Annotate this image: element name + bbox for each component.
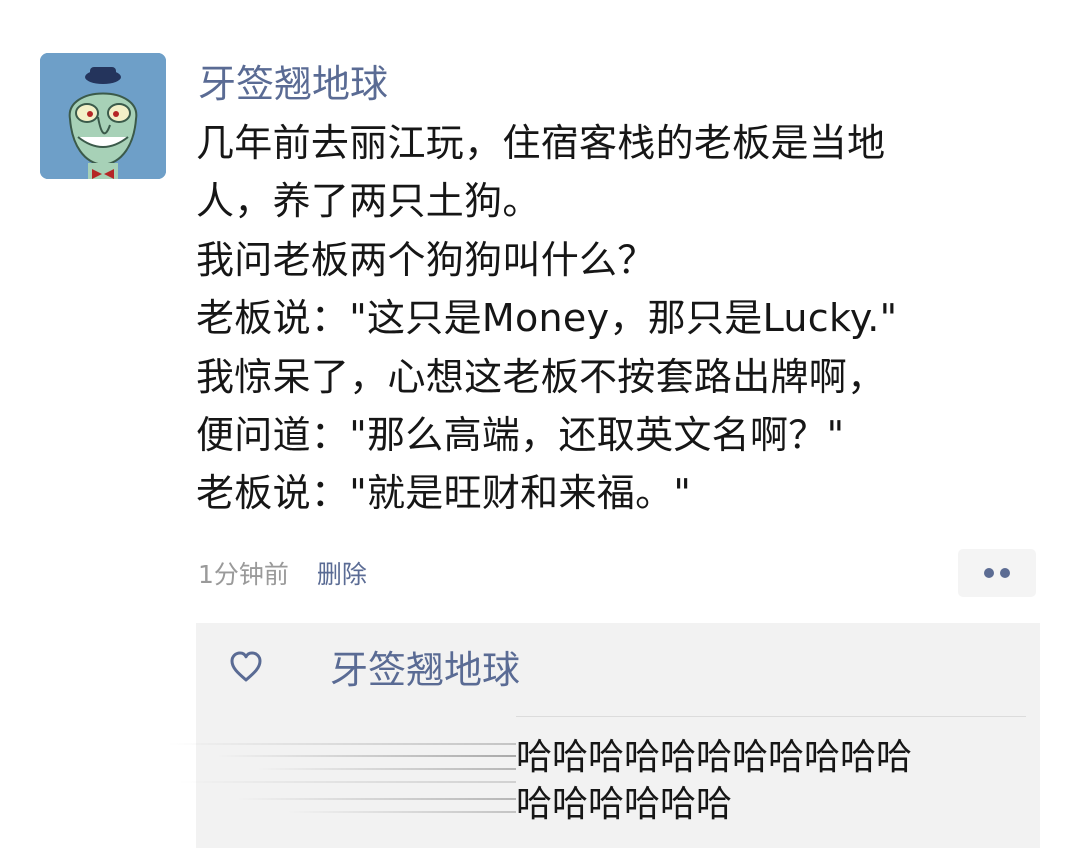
- like-user-name[interactable]: 牙签翘地球: [330, 645, 520, 695]
- more-dots-icon: [1000, 568, 1010, 578]
- likes-comments-panel: 牙签翘地球 哈哈哈哈哈哈哈哈哈哈哈 哈哈哈哈哈哈: [166, 623, 1040, 848]
- blur-streak: [166, 743, 516, 745]
- author-name[interactable]: 牙签翘地球: [198, 58, 388, 110]
- post-line: 便问道："那么高端，还取英文名啊？": [196, 413, 845, 458]
- blur-streak: [176, 781, 516, 783]
- post-line: 人，养了两只土狗。: [196, 179, 541, 224]
- comment-text: 哈哈哈哈哈哈: [516, 784, 733, 825]
- squidward-avatar-icon: [40, 53, 166, 179]
- blur-streak: [216, 755, 516, 757]
- post-line: 老板说："就是旺财和来福。": [196, 471, 692, 516]
- post-line: 我问老板两个狗狗叫什么？: [196, 237, 656, 282]
- post-meta: 1分钟前 删除: [198, 555, 367, 595]
- heart-icon: [230, 651, 262, 682]
- delete-link[interactable]: 删除: [317, 560, 367, 589]
- post-line: 老板说："这只是Money，那只是Lucky.": [196, 296, 898, 341]
- post-timestamp: 1分钟前: [198, 560, 289, 589]
- post-content: 几年前去丽江玩，住宿客栈的老板是当地 人，养了两只土狗。 我问老板两个狗狗叫什么…: [196, 114, 976, 523]
- post-line: 我惊呆了，心想这老板不按套路出牌啊，: [196, 354, 886, 399]
- blur-streak: [256, 768, 516, 770]
- blur-streak: [236, 798, 516, 800]
- more-dots-icon: [984, 568, 994, 578]
- blur-streak: [286, 811, 516, 813]
- post-line: 几年前去丽江玩，住宿客栈的老板是当地: [196, 121, 886, 165]
- divider: [516, 716, 1026, 717]
- avatar[interactable]: [40, 53, 166, 179]
- more-button[interactable]: [958, 549, 1036, 597]
- comment-text: 哈哈哈哈哈哈哈哈哈哈哈: [516, 737, 913, 778]
